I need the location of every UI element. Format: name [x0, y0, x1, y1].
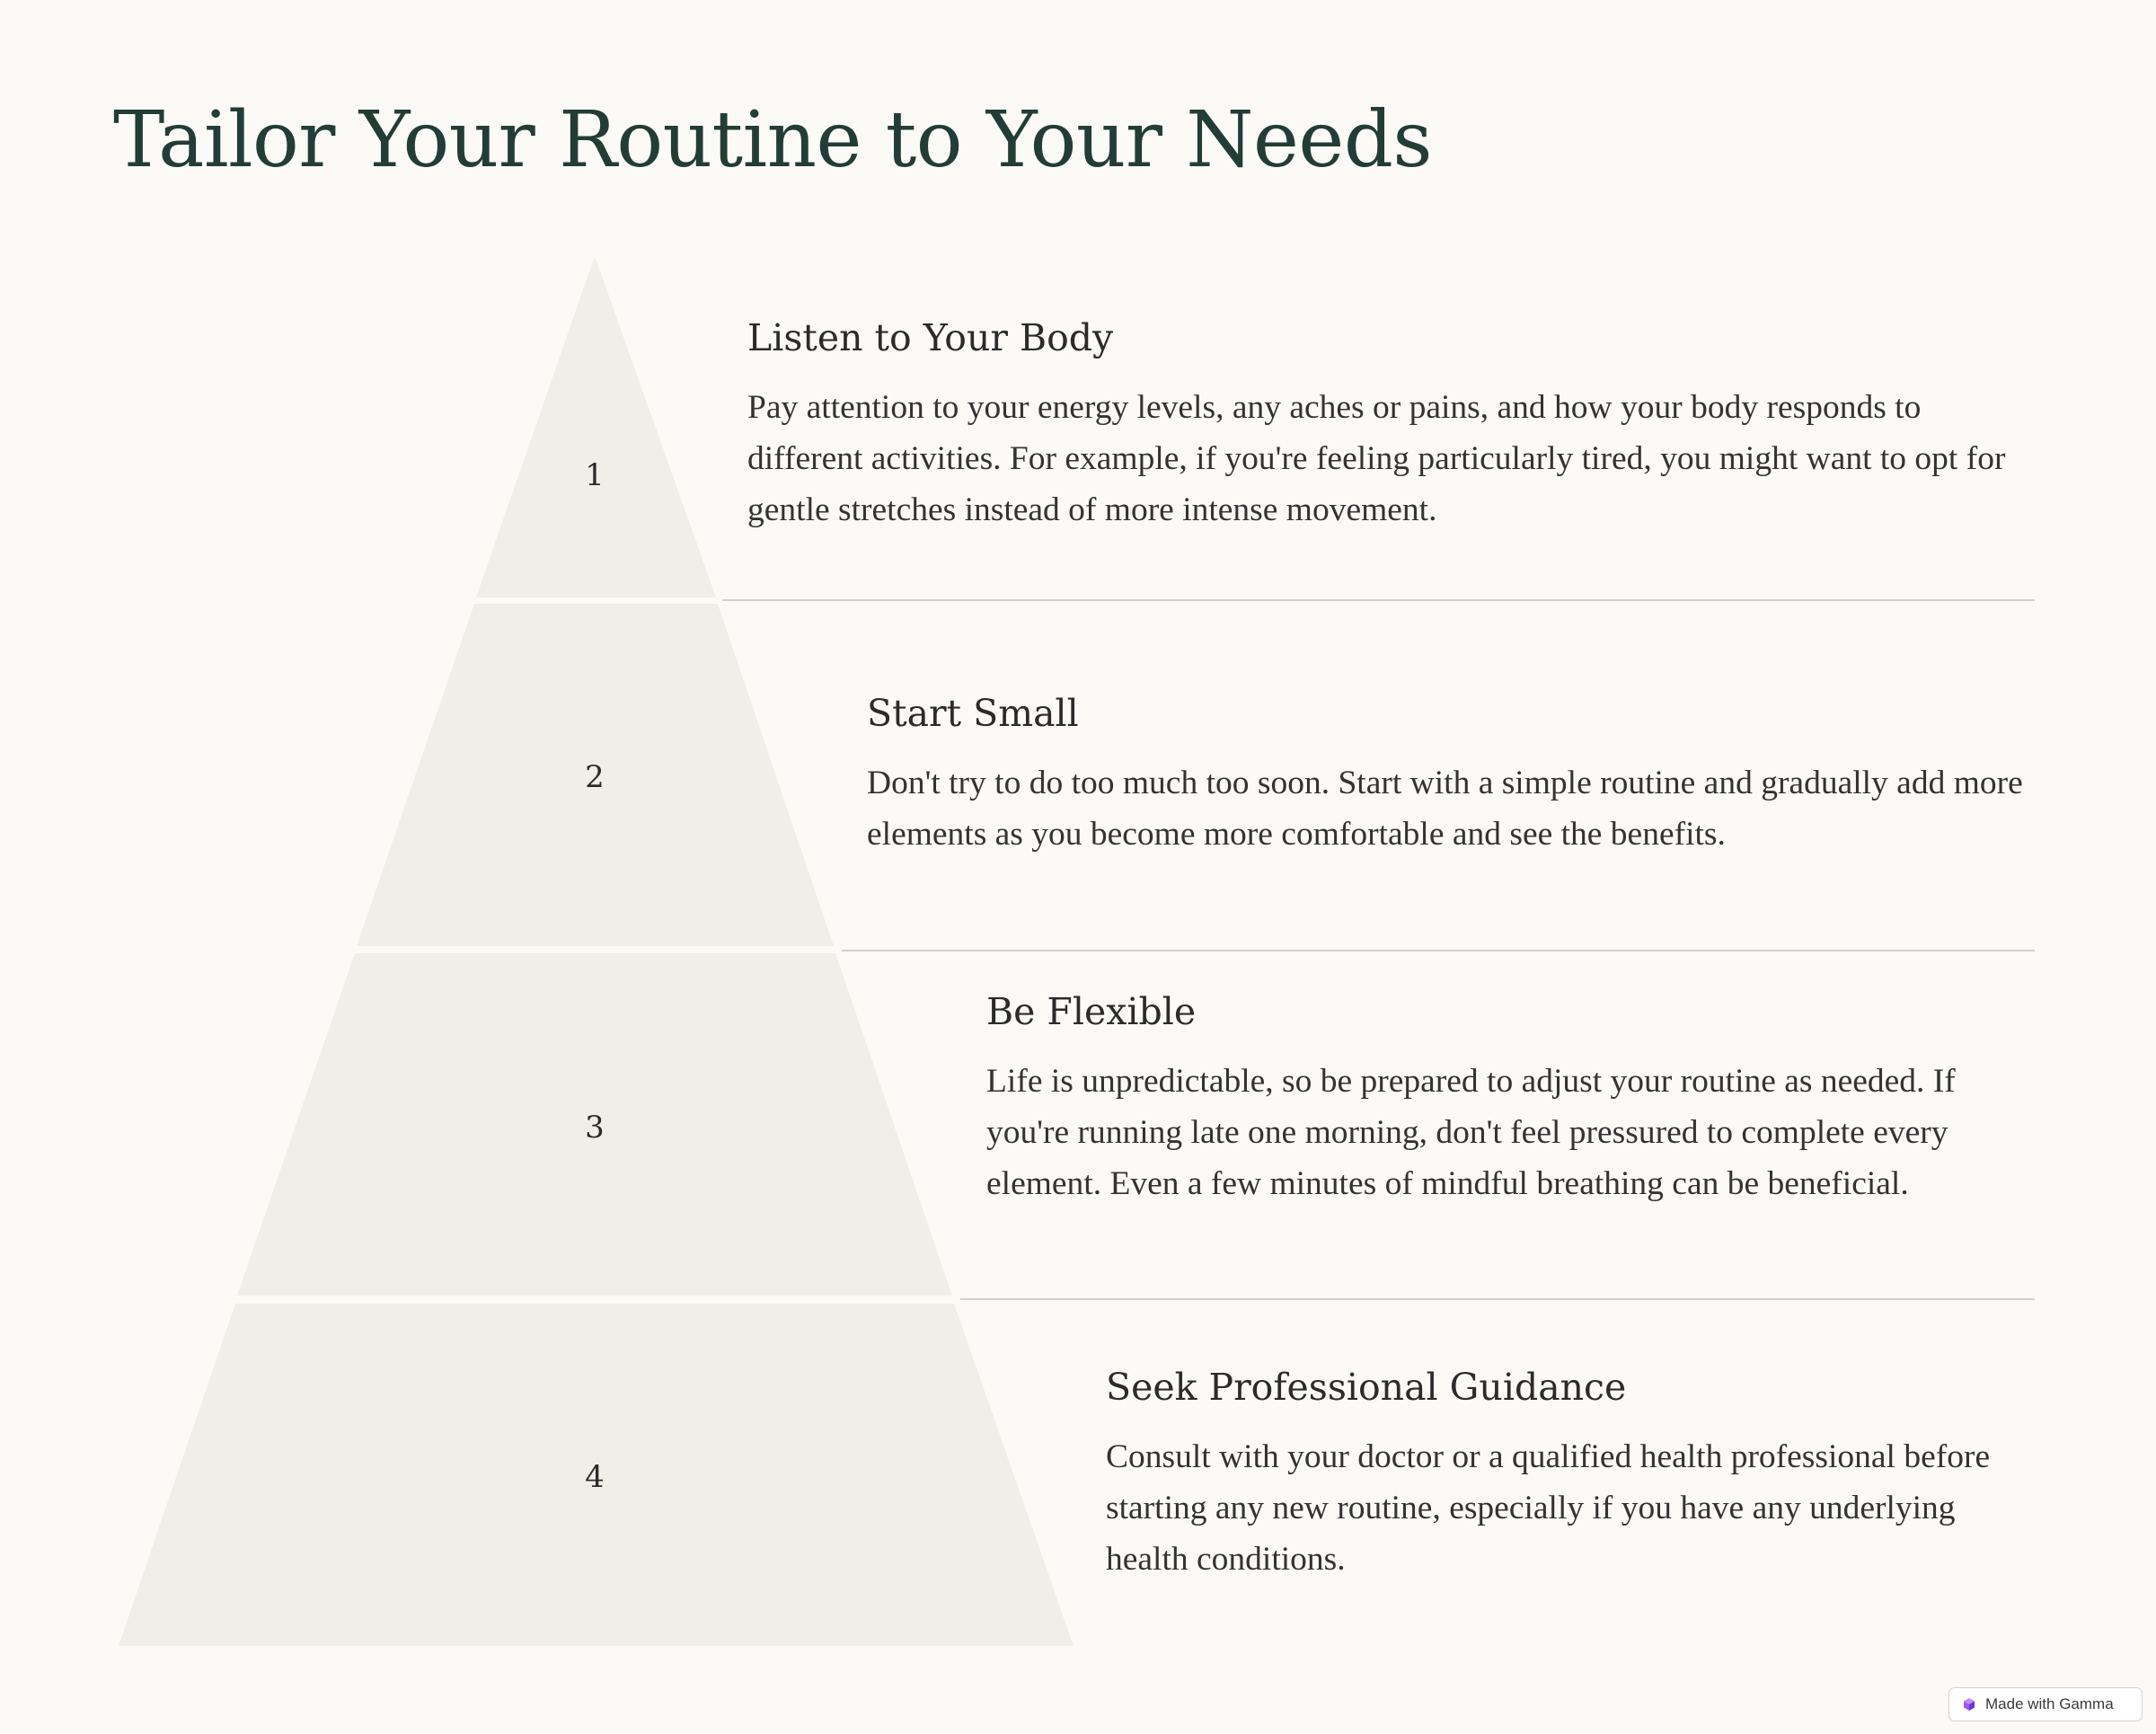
- step-title: Seek Professional Guidance: [1106, 1366, 1627, 1409]
- step-2: Start Small Don't try to do too much too…: [867, 684, 2026, 860]
- step-title: Start Small: [867, 692, 1079, 735]
- tier-number-4: 4: [585, 1459, 605, 1495]
- tier-number-1: 1: [585, 457, 605, 493]
- tier-divider-3: [960, 1298, 2035, 1300]
- made-with-gamma-badge[interactable]: Made with Gamma: [1948, 1687, 2143, 1721]
- tier-divider-1: [722, 599, 2035, 601]
- pyramid-tier-1: [476, 256, 716, 597]
- badge-label: Made with Gamma: [1985, 1695, 2114, 1712]
- tier-number-3: 3: [585, 1110, 605, 1146]
- step-description: Life is unpredictable, so be prepared to…: [986, 1063, 1956, 1202]
- step-4: Seek Professional Guidance Consult with …: [1106, 1358, 2013, 1585]
- tier-number-2: 2: [585, 759, 605, 795]
- step-description: Don't try to do too much too soon. Start…: [867, 765, 2023, 853]
- step-description: Pay attention to your energy levels, any…: [747, 389, 2006, 528]
- step-1: Listen to Your Body Pay attention to you…: [747, 308, 2014, 535]
- step-3: Be Flexible Life is unpredictable, so be…: [986, 982, 2010, 1209]
- step-title: Listen to Your Body: [747, 316, 1114, 359]
- step-title: Be Flexible: [986, 990, 1197, 1033]
- step-description: Consult with your doctor or a qualified …: [1106, 1438, 1991, 1578]
- gamma-logo-icon: [1964, 1698, 1975, 1711]
- tier-divider-2: [842, 950, 2035, 951]
